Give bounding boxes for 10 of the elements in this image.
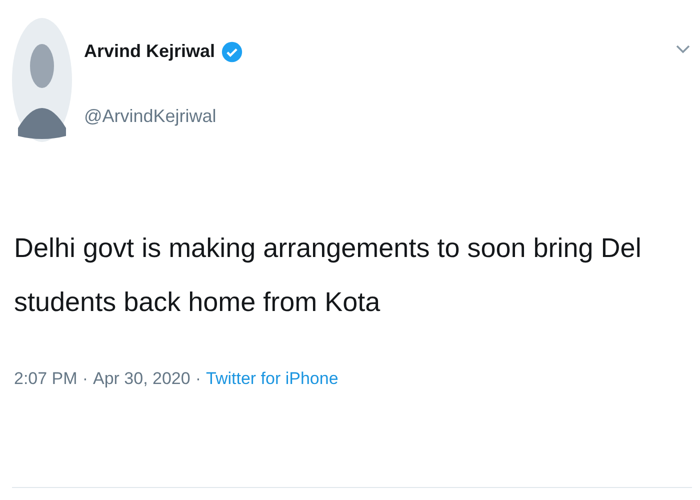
chevron-down-icon[interactable]: [676, 44, 690, 54]
author-handle[interactable]: @ArvindKejriwal: [84, 103, 244, 130]
tweet-text-line: Delhi govt is making arrangements to soon bring Del: [14, 232, 642, 265]
separator-dot: ·: [195, 368, 202, 390]
separator-dot: ·: [82, 368, 88, 390]
tweet-source-link[interactable]: Twitter for iPhone: [206, 366, 338, 392]
author-name[interactable]: Arvind Kejriwal: [84, 38, 216, 65]
tweet-time: 2:07 PM: [14, 368, 78, 390]
tweet-text-line: students back home from Kota: [14, 286, 382, 319]
tweet-date[interactable]: Apr 30, 2020: [92, 366, 190, 392]
